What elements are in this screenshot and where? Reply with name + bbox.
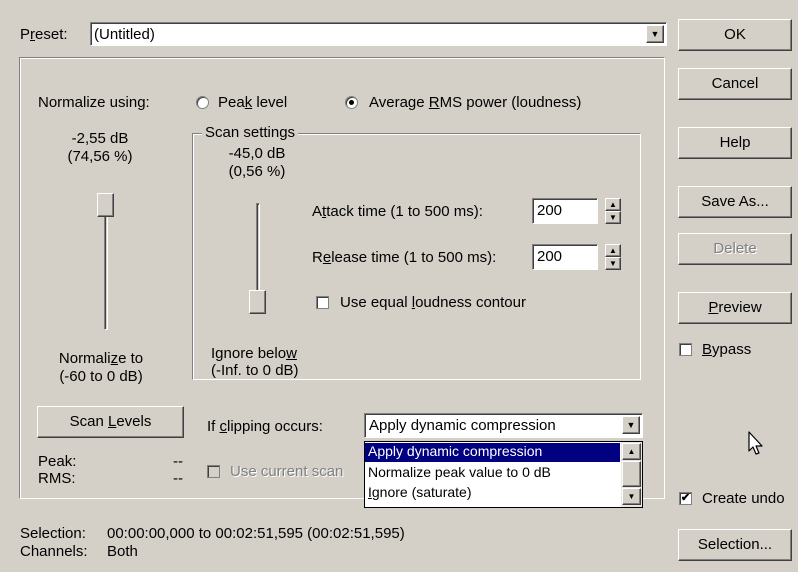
attack-up-icon[interactable]: ▲	[605, 198, 621, 211]
ignore-slider-thumb[interactable]	[249, 290, 266, 314]
peak-level-radio[interactable]	[196, 96, 209, 109]
average-rms-radio[interactable]	[345, 96, 358, 109]
channels-status-value: Both	[107, 543, 138, 560]
release-time-input[interactable]: 200	[532, 244, 598, 270]
preset-value: (Untitled)	[94, 26, 155, 43]
clipping-dropdown-list: Apply dynamic compression Normalize peak…	[364, 441, 643, 508]
ok-button[interactable]: OK	[678, 19, 792, 51]
save-as-button[interactable]: Save As...	[678, 186, 792, 218]
create-undo-checkbox[interactable]: ✔	[679, 492, 692, 505]
normalize-range-caption: (-60 to 0 dB)	[59, 368, 143, 385]
use-current-scan-checkbox[interactable]	[207, 465, 220, 478]
cancel-button[interactable]: Cancel	[678, 68, 792, 100]
rms-value: --	[173, 470, 183, 487]
equal-loudness-label: Use equal loudness contour	[340, 294, 526, 311]
equal-loudness-checkbox[interactable]	[316, 296, 329, 309]
normalize-db-value: -2,55 dB	[71, 130, 129, 147]
peak-level-label: Peak level	[218, 94, 288, 111]
use-current-scan-label: Use current scan	[230, 463, 344, 480]
preset-combobox[interactable]: (Untitled) ▼	[90, 22, 667, 46]
create-undo-label: Create undo	[702, 490, 785, 507]
attack-down-icon[interactable]: ▼	[605, 211, 621, 224]
clipping-label: If clipping occurs:	[207, 418, 323, 435]
preview-button[interactable]: Preview	[678, 292, 792, 324]
normalize-to-caption: Normalize to	[58, 350, 144, 367]
normalize-pct-value: (74,56 %)	[67, 148, 133, 165]
selection-button[interactable]: Selection...	[678, 529, 792, 561]
release-time-label: Release time (1 to 500 ms):	[312, 249, 497, 266]
channels-status-label: Channels:	[20, 543, 88, 560]
clipping-combobox[interactable]: Apply dynamic compression ▼	[364, 413, 643, 438]
preset-label: Preset:	[20, 26, 68, 43]
scan-pct-value: (0,56 %)	[228, 163, 286, 180]
normalize-slider-thumb[interactable]	[97, 193, 114, 217]
clipping-option-compression[interactable]: Apply dynamic compression	[368, 443, 542, 459]
ignore-below-caption: Ignore below	[211, 345, 297, 362]
ignore-range-caption: (-Inf. to 0 dB)	[211, 362, 299, 379]
dropdown-scrollbar[interactable]: ▲ ▼	[621, 442, 642, 507]
chevron-down-icon[interactable]: ▼	[622, 416, 640, 434]
peak-value: --	[173, 453, 183, 470]
release-up-icon[interactable]: ▲	[605, 244, 621, 257]
attack-time-label: Attack time (1 to 500 ms):	[312, 203, 483, 220]
bypass-label: Bypass	[702, 341, 752, 358]
selection-status-label: Selection:	[20, 525, 86, 542]
mouse-pointer-icon	[748, 431, 763, 455]
scroll-down-icon[interactable]: ▼	[622, 488, 641, 505]
clipping-selected-value: Apply dynamic compression	[369, 417, 556, 434]
scroll-up-icon[interactable]: ▲	[622, 443, 641, 460]
scroll-thumb[interactable]	[622, 461, 641, 487]
release-down-icon[interactable]: ▼	[605, 257, 621, 270]
attack-time-input[interactable]: 200	[532, 198, 598, 224]
chevron-down-icon[interactable]: ▼	[646, 25, 664, 43]
delete-button[interactable]: Delete	[678, 233, 792, 265]
help-button[interactable]: Help	[678, 127, 792, 159]
clipping-option-ignore[interactable]: Ignore (saturate)	[368, 484, 472, 500]
selection-status-value: 00:00:00,000 to 00:02:51,595 (00:02:51,5…	[107, 525, 405, 542]
peak-label: Peak:	[38, 453, 77, 470]
normalize-using-label: Normalize using:	[38, 94, 150, 111]
scan-db-value: -45,0 dB	[228, 145, 286, 162]
scan-settings-title: Scan settings	[202, 124, 299, 141]
scan-levels-button[interactable]: Scan Levels	[37, 406, 184, 438]
rms-label: RMS:	[38, 470, 76, 487]
clipping-option-normalize-peak[interactable]: Normalize peak value to 0 dB	[368, 464, 551, 480]
bypass-checkbox[interactable]	[679, 343, 692, 356]
average-rms-label: Average RMS power (loudness)	[369, 94, 582, 111]
